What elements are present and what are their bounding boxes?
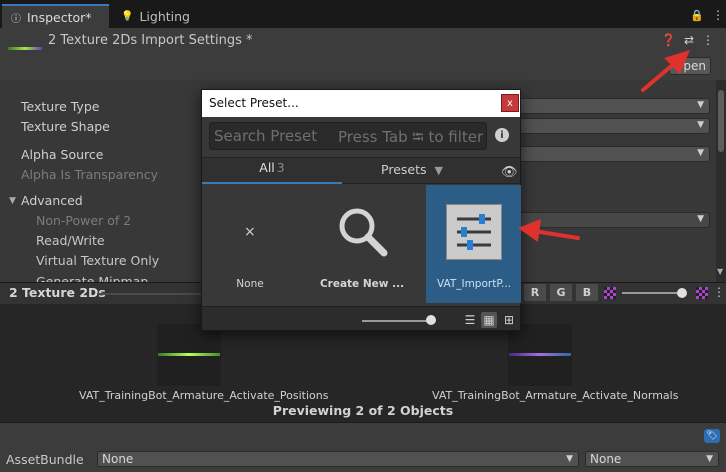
annotation-arrow-top xyxy=(641,50,690,92)
annotation-arrows xyxy=(518,50,690,242)
annotation-arrow-preset xyxy=(518,219,580,242)
